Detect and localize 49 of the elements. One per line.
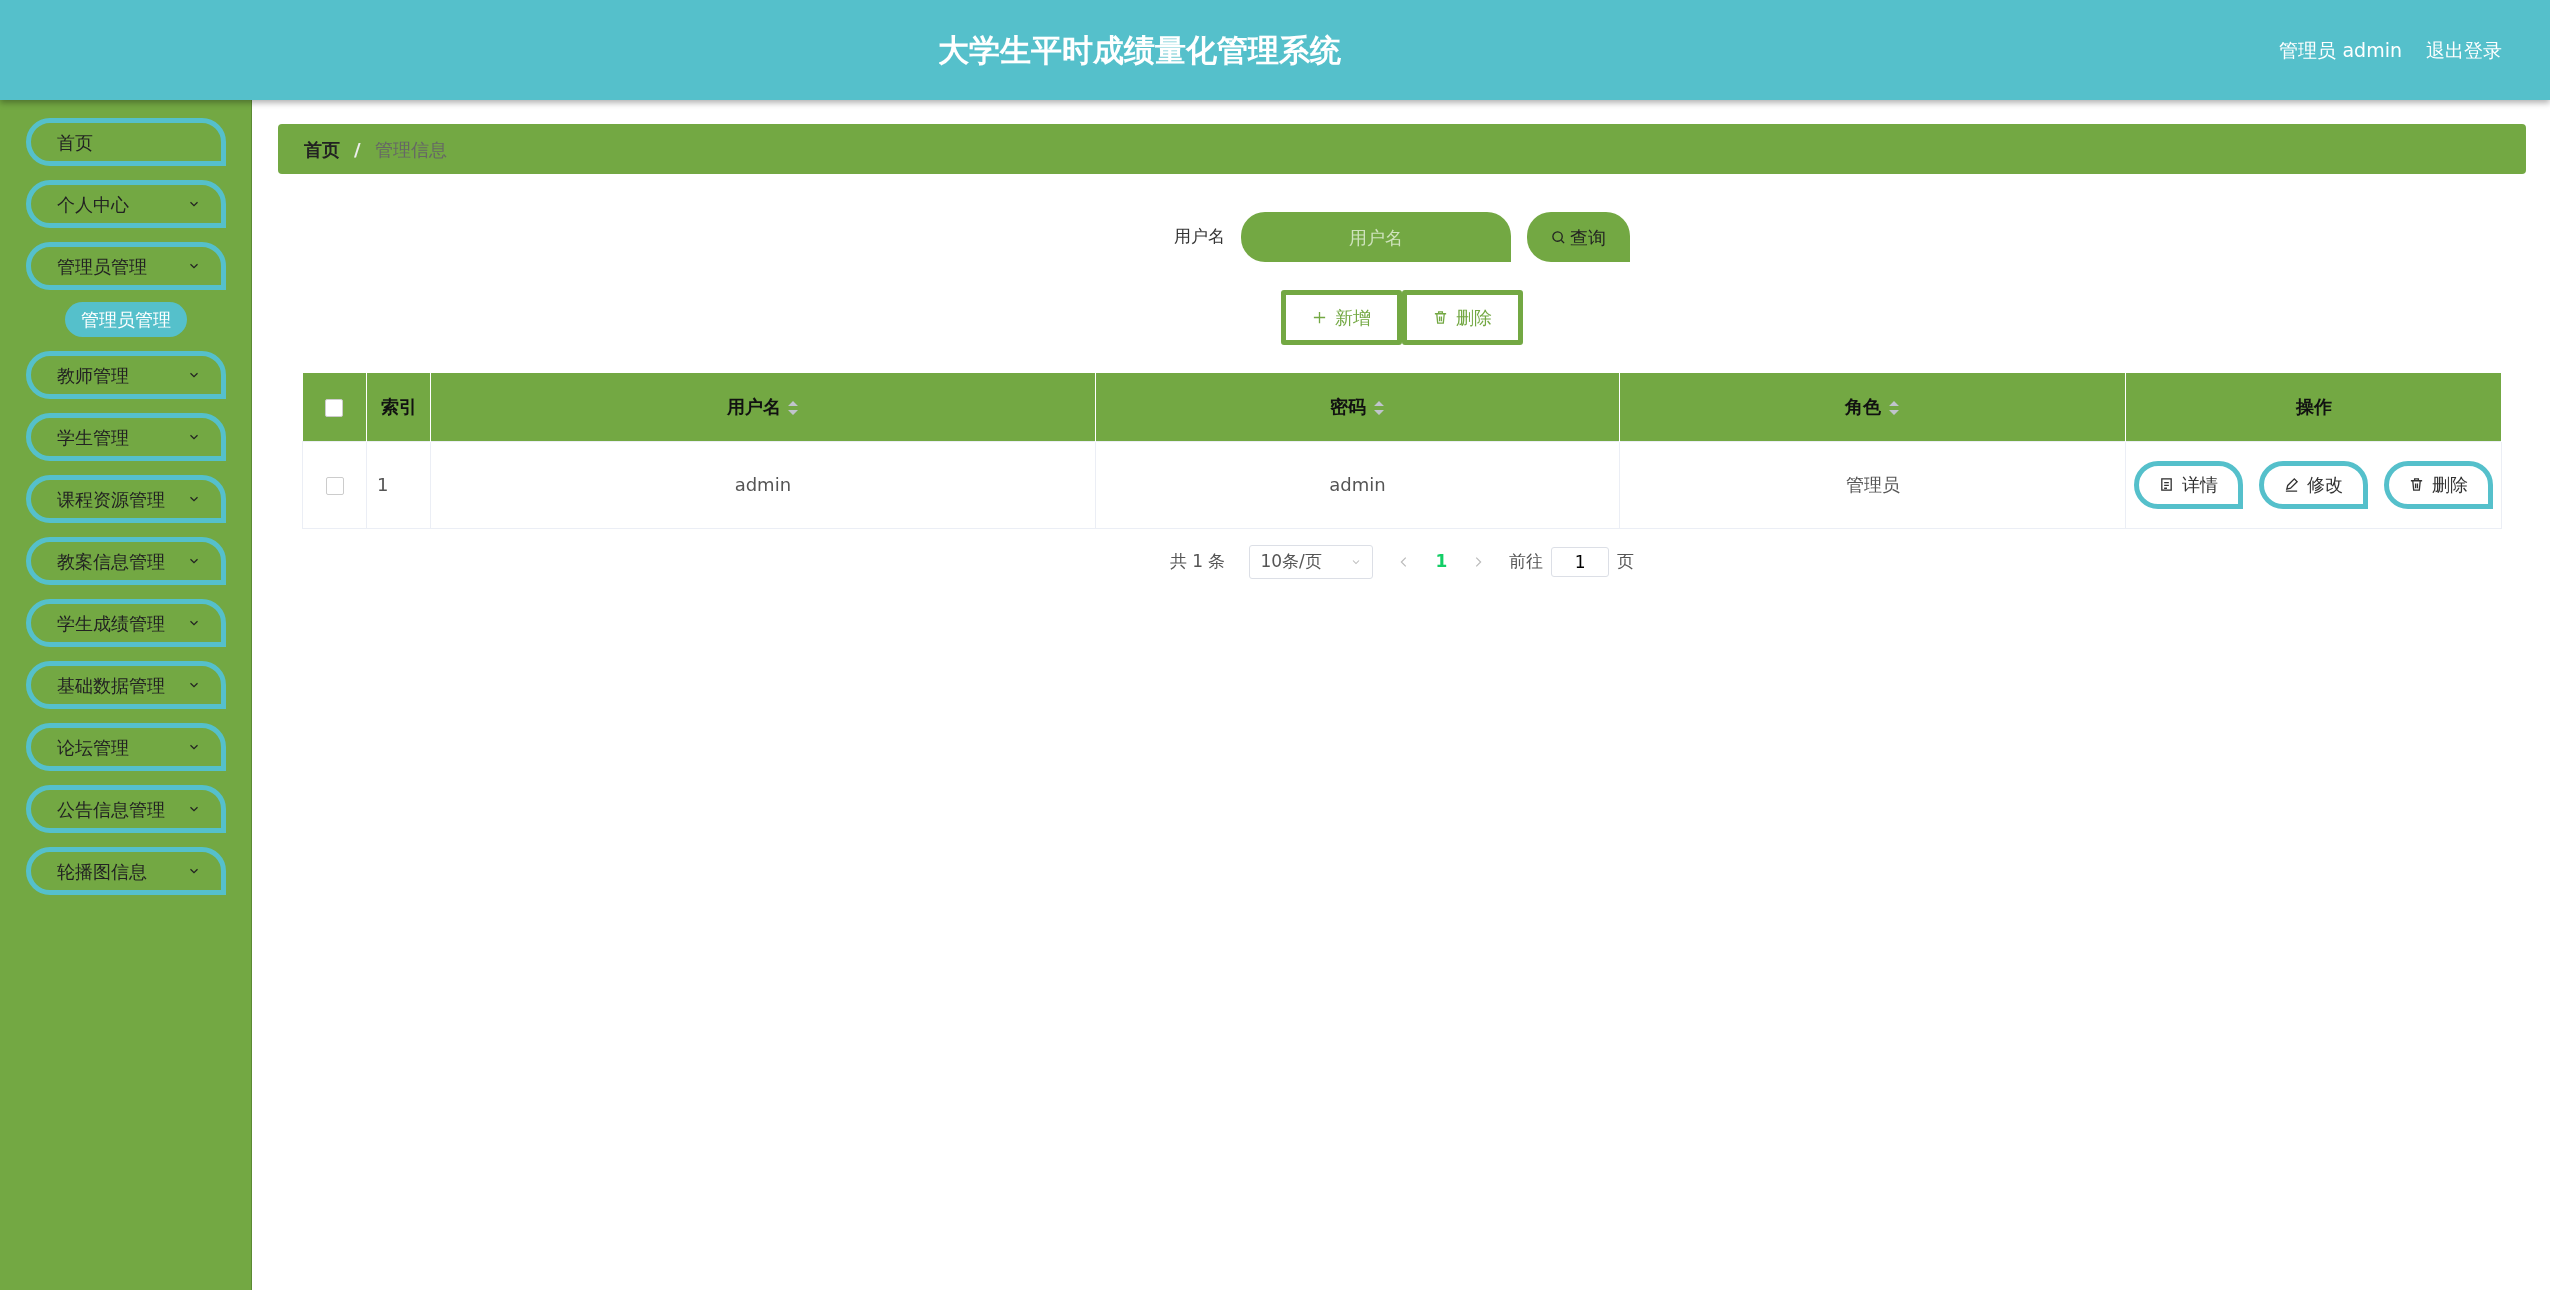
sidebar-item[interactable]: 教师管理 xyxy=(26,351,226,399)
column-header: 操作 xyxy=(2295,396,2332,418)
column-header: 索引 xyxy=(380,396,417,418)
user-label: 管理员 admin xyxy=(2279,37,2402,63)
table-cell: admin xyxy=(734,474,792,495)
sidebar-item[interactable]: 轮播图信息 xyxy=(26,847,226,895)
column-header[interactable]: 角色 xyxy=(1845,396,1882,418)
search-button[interactable]: 查询 xyxy=(1527,212,1630,262)
sort-icon[interactable] xyxy=(1887,400,1900,417)
trash-icon xyxy=(2409,477,2424,492)
plus-icon xyxy=(1312,310,1327,325)
delete-button[interactable]: 删除 xyxy=(2384,460,2493,509)
breadcrumb-item[interactable]: 首页 xyxy=(304,135,340,163)
sidebar-item[interactable]: 个人中心 xyxy=(26,180,226,228)
breadcrumb-item: 管理信息 xyxy=(374,137,447,162)
breadcrumb-separator: / xyxy=(354,137,361,162)
sidebar-item[interactable]: 学生成绩管理 xyxy=(26,599,226,647)
column-header[interactable]: 密码 xyxy=(1330,396,1367,418)
details-button[interactable]: 详情 xyxy=(2134,460,2243,509)
sidebar-item[interactable]: 论坛管理 xyxy=(26,723,226,771)
sidebar-item[interactable]: 课程资源管理 xyxy=(26,475,226,523)
total-count: 共 1 条 xyxy=(1169,549,1226,573)
sort-icon[interactable] xyxy=(1372,400,1385,417)
add-button[interactable]: 新增 xyxy=(1281,290,1402,345)
table-cell: admin xyxy=(1329,474,1386,495)
sidebar-item[interactable]: 学生管理 xyxy=(26,413,226,461)
search-icon xyxy=(1551,229,1566,245)
sidebar-item[interactable]: 基础数据管理 xyxy=(26,661,226,709)
checkbox[interactable] xyxy=(325,477,344,495)
edit-button[interactable]: 修改 xyxy=(2259,460,2368,509)
field-label: 用户名 xyxy=(1174,225,1225,249)
sidebar-item[interactable]: 教案信息管理 xyxy=(26,537,226,585)
page-size-select[interactable]: 10条/页 xyxy=(1249,544,1374,579)
pencil-icon xyxy=(2284,477,2299,492)
page-suffix: 页 xyxy=(1617,549,1635,573)
column-header[interactable]: 用户名 xyxy=(726,396,781,418)
app-title: 大学生平时成绩量化管理系统 xyxy=(938,31,1342,68)
page-input[interactable]: 1 xyxy=(1551,546,1610,577)
sidebar-item[interactable]: 首页 xyxy=(26,118,226,166)
sort-icon[interactable] xyxy=(787,400,799,417)
document-icon xyxy=(2159,477,2174,492)
trash-icon xyxy=(1433,310,1448,325)
search-field[interactable]: 用户名 xyxy=(1241,212,1511,262)
sidebar-item[interactable]: 公告信息管理 xyxy=(26,785,226,833)
table-cell: 管理员 xyxy=(1845,474,1900,495)
table-cell: 1 xyxy=(377,474,389,495)
sidebar-item[interactable]: 管理员管理 xyxy=(26,242,226,290)
goto-label: 前往 xyxy=(1509,549,1544,573)
checkbox[interactable] xyxy=(325,399,344,418)
